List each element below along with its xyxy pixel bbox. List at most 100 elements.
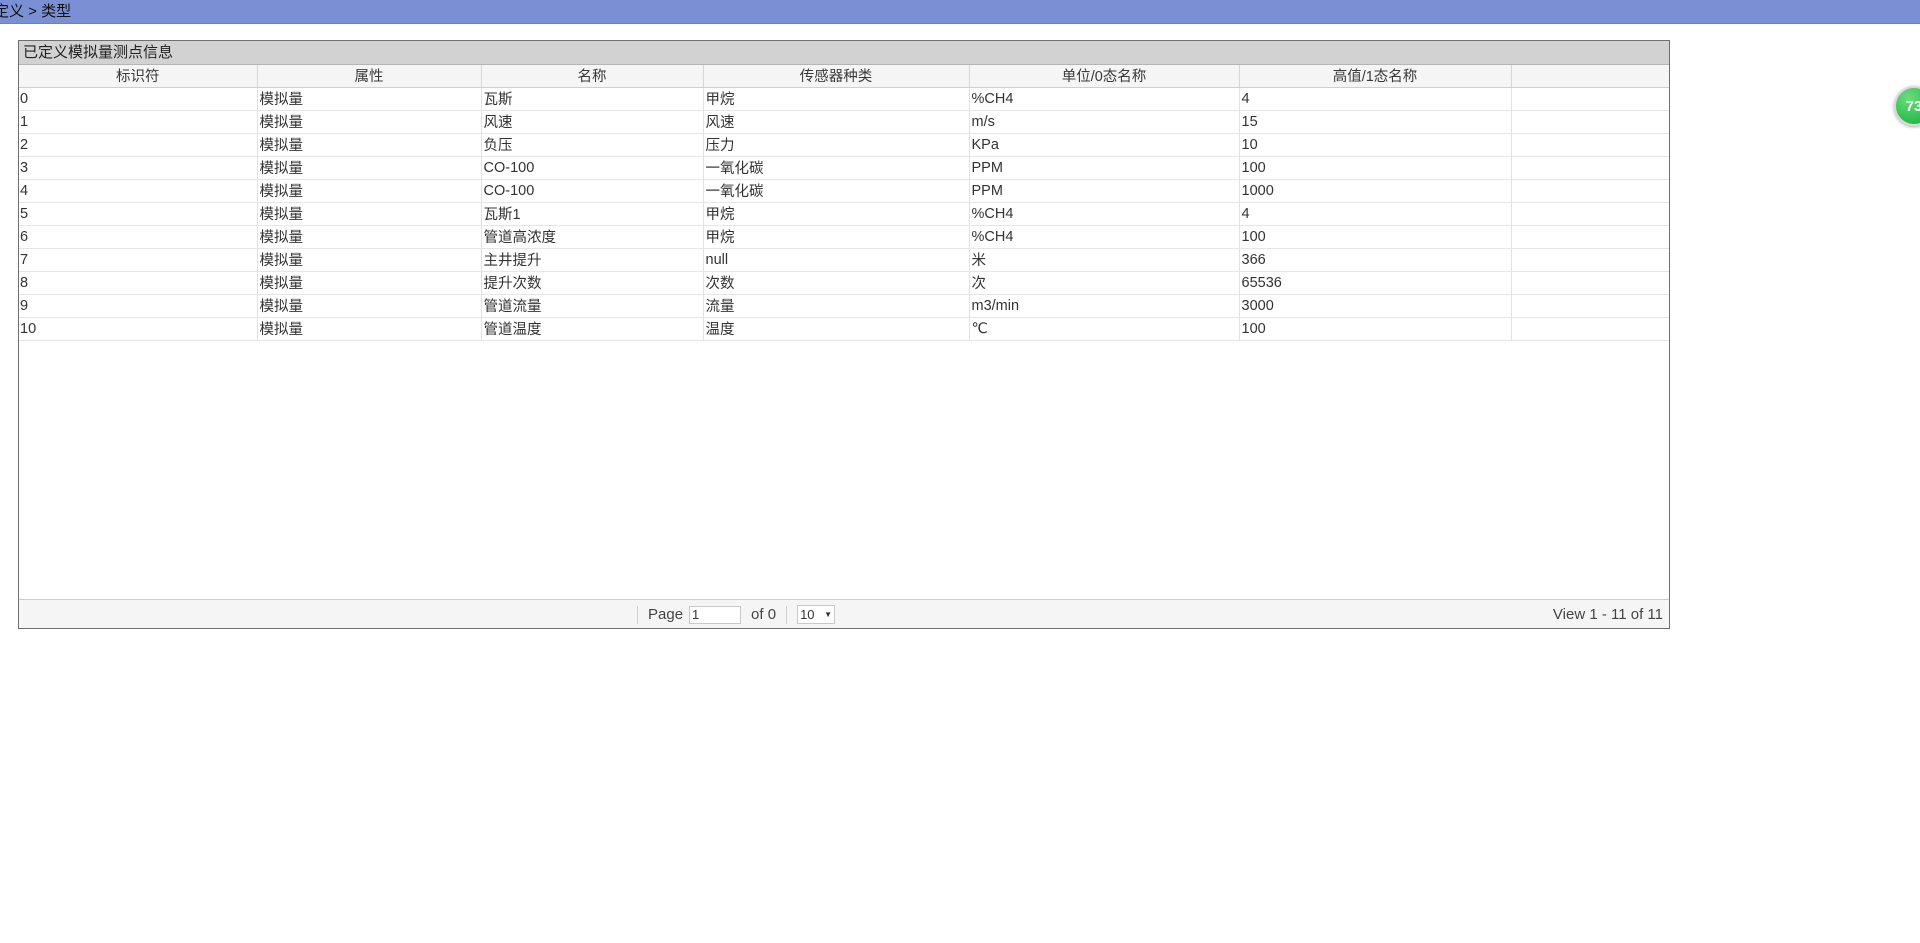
cell-unit: %CH4 bbox=[969, 87, 1239, 110]
breadcrumb-bar: 定义 > 类型 bbox=[0, 0, 1920, 24]
table-row[interactable]: 6模拟量管道高浓度甲烷%CH4100 bbox=[19, 225, 1669, 248]
table-row[interactable]: 5模拟量瓦斯1甲烷%CH44 bbox=[19, 202, 1669, 225]
panel-title: 已定义模拟量测点信息 bbox=[19, 41, 1669, 65]
cell-name: 管道流量 bbox=[481, 294, 703, 317]
cell-attribute: 模拟量 bbox=[257, 317, 481, 340]
column-header-id[interactable]: 标识符 bbox=[19, 65, 257, 87]
cell-high-value: 100 bbox=[1239, 156, 1511, 179]
cell-attribute: 模拟量 bbox=[257, 156, 481, 179]
cell-spacer bbox=[1511, 271, 1669, 294]
cell-identifier: 5 bbox=[19, 202, 257, 225]
cell-sensor-type: 一氧化碳 bbox=[703, 179, 969, 202]
cell-identifier: 8 bbox=[19, 271, 257, 294]
cell-name: 风速 bbox=[481, 110, 703, 133]
cell-high-value: 100 bbox=[1239, 317, 1511, 340]
table-row[interactable]: 7模拟量主井提升null米366 bbox=[19, 248, 1669, 271]
cell-identifier: 1 bbox=[19, 110, 257, 133]
cell-identifier: 0 bbox=[19, 87, 257, 110]
cell-spacer bbox=[1511, 317, 1669, 340]
cell-high-value: 100 bbox=[1239, 225, 1511, 248]
table-row[interactable]: 8模拟量提升次数次数次65536 bbox=[19, 271, 1669, 294]
cell-name: 管道高浓度 bbox=[481, 225, 703, 248]
column-header-high[interactable]: 高值/1态名称 bbox=[1239, 65, 1511, 87]
cell-unit: m3/min bbox=[969, 294, 1239, 317]
cell-attribute: 模拟量 bbox=[257, 202, 481, 225]
cell-unit: %CH4 bbox=[969, 202, 1239, 225]
score-badge[interactable]: 73 bbox=[1894, 86, 1920, 126]
cell-sensor-type: 流量 bbox=[703, 294, 969, 317]
table-header-row: 标识符 属性 名称 传感器种类 单位/0态名称 高值/1态名称 bbox=[19, 65, 1669, 87]
cell-high-value: 1000 bbox=[1239, 179, 1511, 202]
cell-identifier: 6 bbox=[19, 225, 257, 248]
cell-spacer bbox=[1511, 202, 1669, 225]
column-header-attr[interactable]: 属性 bbox=[257, 65, 481, 87]
cell-sensor-type: 甲烷 bbox=[703, 225, 969, 248]
table-row[interactable]: 4模拟量CO-100一氧化碳PPM1000 bbox=[19, 179, 1669, 202]
cell-high-value: 3000 bbox=[1239, 294, 1511, 317]
page-number-input[interactable] bbox=[689, 606, 741, 624]
table-body: 0模拟量瓦斯甲烷%CH441模拟量风速风速m/s152模拟量负压压力KPa103… bbox=[19, 87, 1669, 340]
cell-spacer bbox=[1511, 294, 1669, 317]
cell-spacer bbox=[1511, 110, 1669, 133]
cell-sensor-type: 温度 bbox=[703, 317, 969, 340]
cell-name: 提升次数 bbox=[481, 271, 703, 294]
page-size-select[interactable]: 10 ▼ bbox=[797, 605, 835, 624]
cell-attribute: 模拟量 bbox=[257, 294, 481, 317]
cell-sensor-type: null bbox=[703, 248, 969, 271]
cell-high-value: 10 bbox=[1239, 133, 1511, 156]
cell-unit: %CH4 bbox=[969, 225, 1239, 248]
score-badge-value: 73 bbox=[1906, 98, 1920, 115]
cell-name: CO-100 bbox=[481, 179, 703, 202]
cell-identifier: 9 bbox=[19, 294, 257, 317]
pager: Page of 0 10 ▼ bbox=[627, 600, 835, 629]
cell-unit: PPM bbox=[969, 179, 1239, 202]
cell-sensor-type: 甲烷 bbox=[703, 87, 969, 110]
cell-attribute: 模拟量 bbox=[257, 271, 481, 294]
cell-sensor-type: 压力 bbox=[703, 133, 969, 156]
pager-divider-left bbox=[637, 606, 638, 624]
page-label: Page bbox=[648, 606, 683, 623]
page-total-label: of 0 bbox=[751, 606, 776, 623]
cell-unit: 米 bbox=[969, 248, 1239, 271]
cell-attribute: 模拟量 bbox=[257, 87, 481, 110]
cell-sensor-type: 甲烷 bbox=[703, 202, 969, 225]
cell-name: CO-100 bbox=[481, 156, 703, 179]
cell-high-value: 4 bbox=[1239, 87, 1511, 110]
analog-point-grid-panel: 已定义模拟量测点信息 标识符 属性 名称 传感器种类 单位/0态名称 高值/1态… bbox=[18, 40, 1670, 629]
cell-high-value: 15 bbox=[1239, 110, 1511, 133]
cell-name: 瓦斯 bbox=[481, 87, 703, 110]
cell-name: 管道温度 bbox=[481, 317, 703, 340]
cell-high-value: 65536 bbox=[1239, 271, 1511, 294]
column-header-sensor[interactable]: 传感器种类 bbox=[703, 65, 969, 87]
breadcrumb[interactable]: 定义 > 类型 bbox=[0, 3, 71, 21]
column-header-name[interactable]: 名称 bbox=[481, 65, 703, 87]
table-row[interactable]: 9模拟量管道流量流量m3/min3000 bbox=[19, 294, 1669, 317]
cell-name: 负压 bbox=[481, 133, 703, 156]
table-row[interactable]: 10模拟量管道温度温度℃100 bbox=[19, 317, 1669, 340]
cell-spacer bbox=[1511, 179, 1669, 202]
cell-sensor-type: 一氧化碳 bbox=[703, 156, 969, 179]
cell-unit: ℃ bbox=[969, 317, 1239, 340]
cell-spacer bbox=[1511, 248, 1669, 271]
cell-high-value: 366 bbox=[1239, 248, 1511, 271]
cell-sensor-type: 次数 bbox=[703, 271, 969, 294]
cell-unit: m/s bbox=[969, 110, 1239, 133]
cell-name: 瓦斯1 bbox=[481, 202, 703, 225]
cell-high-value: 4 bbox=[1239, 202, 1511, 225]
table-row[interactable]: 1模拟量风速风速m/s15 bbox=[19, 110, 1669, 133]
cell-unit: KPa bbox=[969, 133, 1239, 156]
page-size-value: 10 bbox=[800, 607, 814, 622]
cell-attribute: 模拟量 bbox=[257, 248, 481, 271]
cell-sensor-type: 风速 bbox=[703, 110, 969, 133]
table-row[interactable]: 3模拟量CO-100一氧化碳PPM100 bbox=[19, 156, 1669, 179]
table-header: 标识符 属性 名称 传感器种类 单位/0态名称 高值/1态名称 bbox=[19, 65, 1669, 87]
cell-identifier: 7 bbox=[19, 248, 257, 271]
cell-attribute: 模拟量 bbox=[257, 133, 481, 156]
cell-spacer bbox=[1511, 156, 1669, 179]
column-header-spacer bbox=[1511, 65, 1669, 87]
cell-spacer bbox=[1511, 87, 1669, 110]
column-header-unit[interactable]: 单位/0态名称 bbox=[969, 65, 1239, 87]
cell-unit: 次 bbox=[969, 271, 1239, 294]
table-row[interactable]: 2模拟量负压压力KPa10 bbox=[19, 133, 1669, 156]
table-row[interactable]: 0模拟量瓦斯甲烷%CH44 bbox=[19, 87, 1669, 110]
